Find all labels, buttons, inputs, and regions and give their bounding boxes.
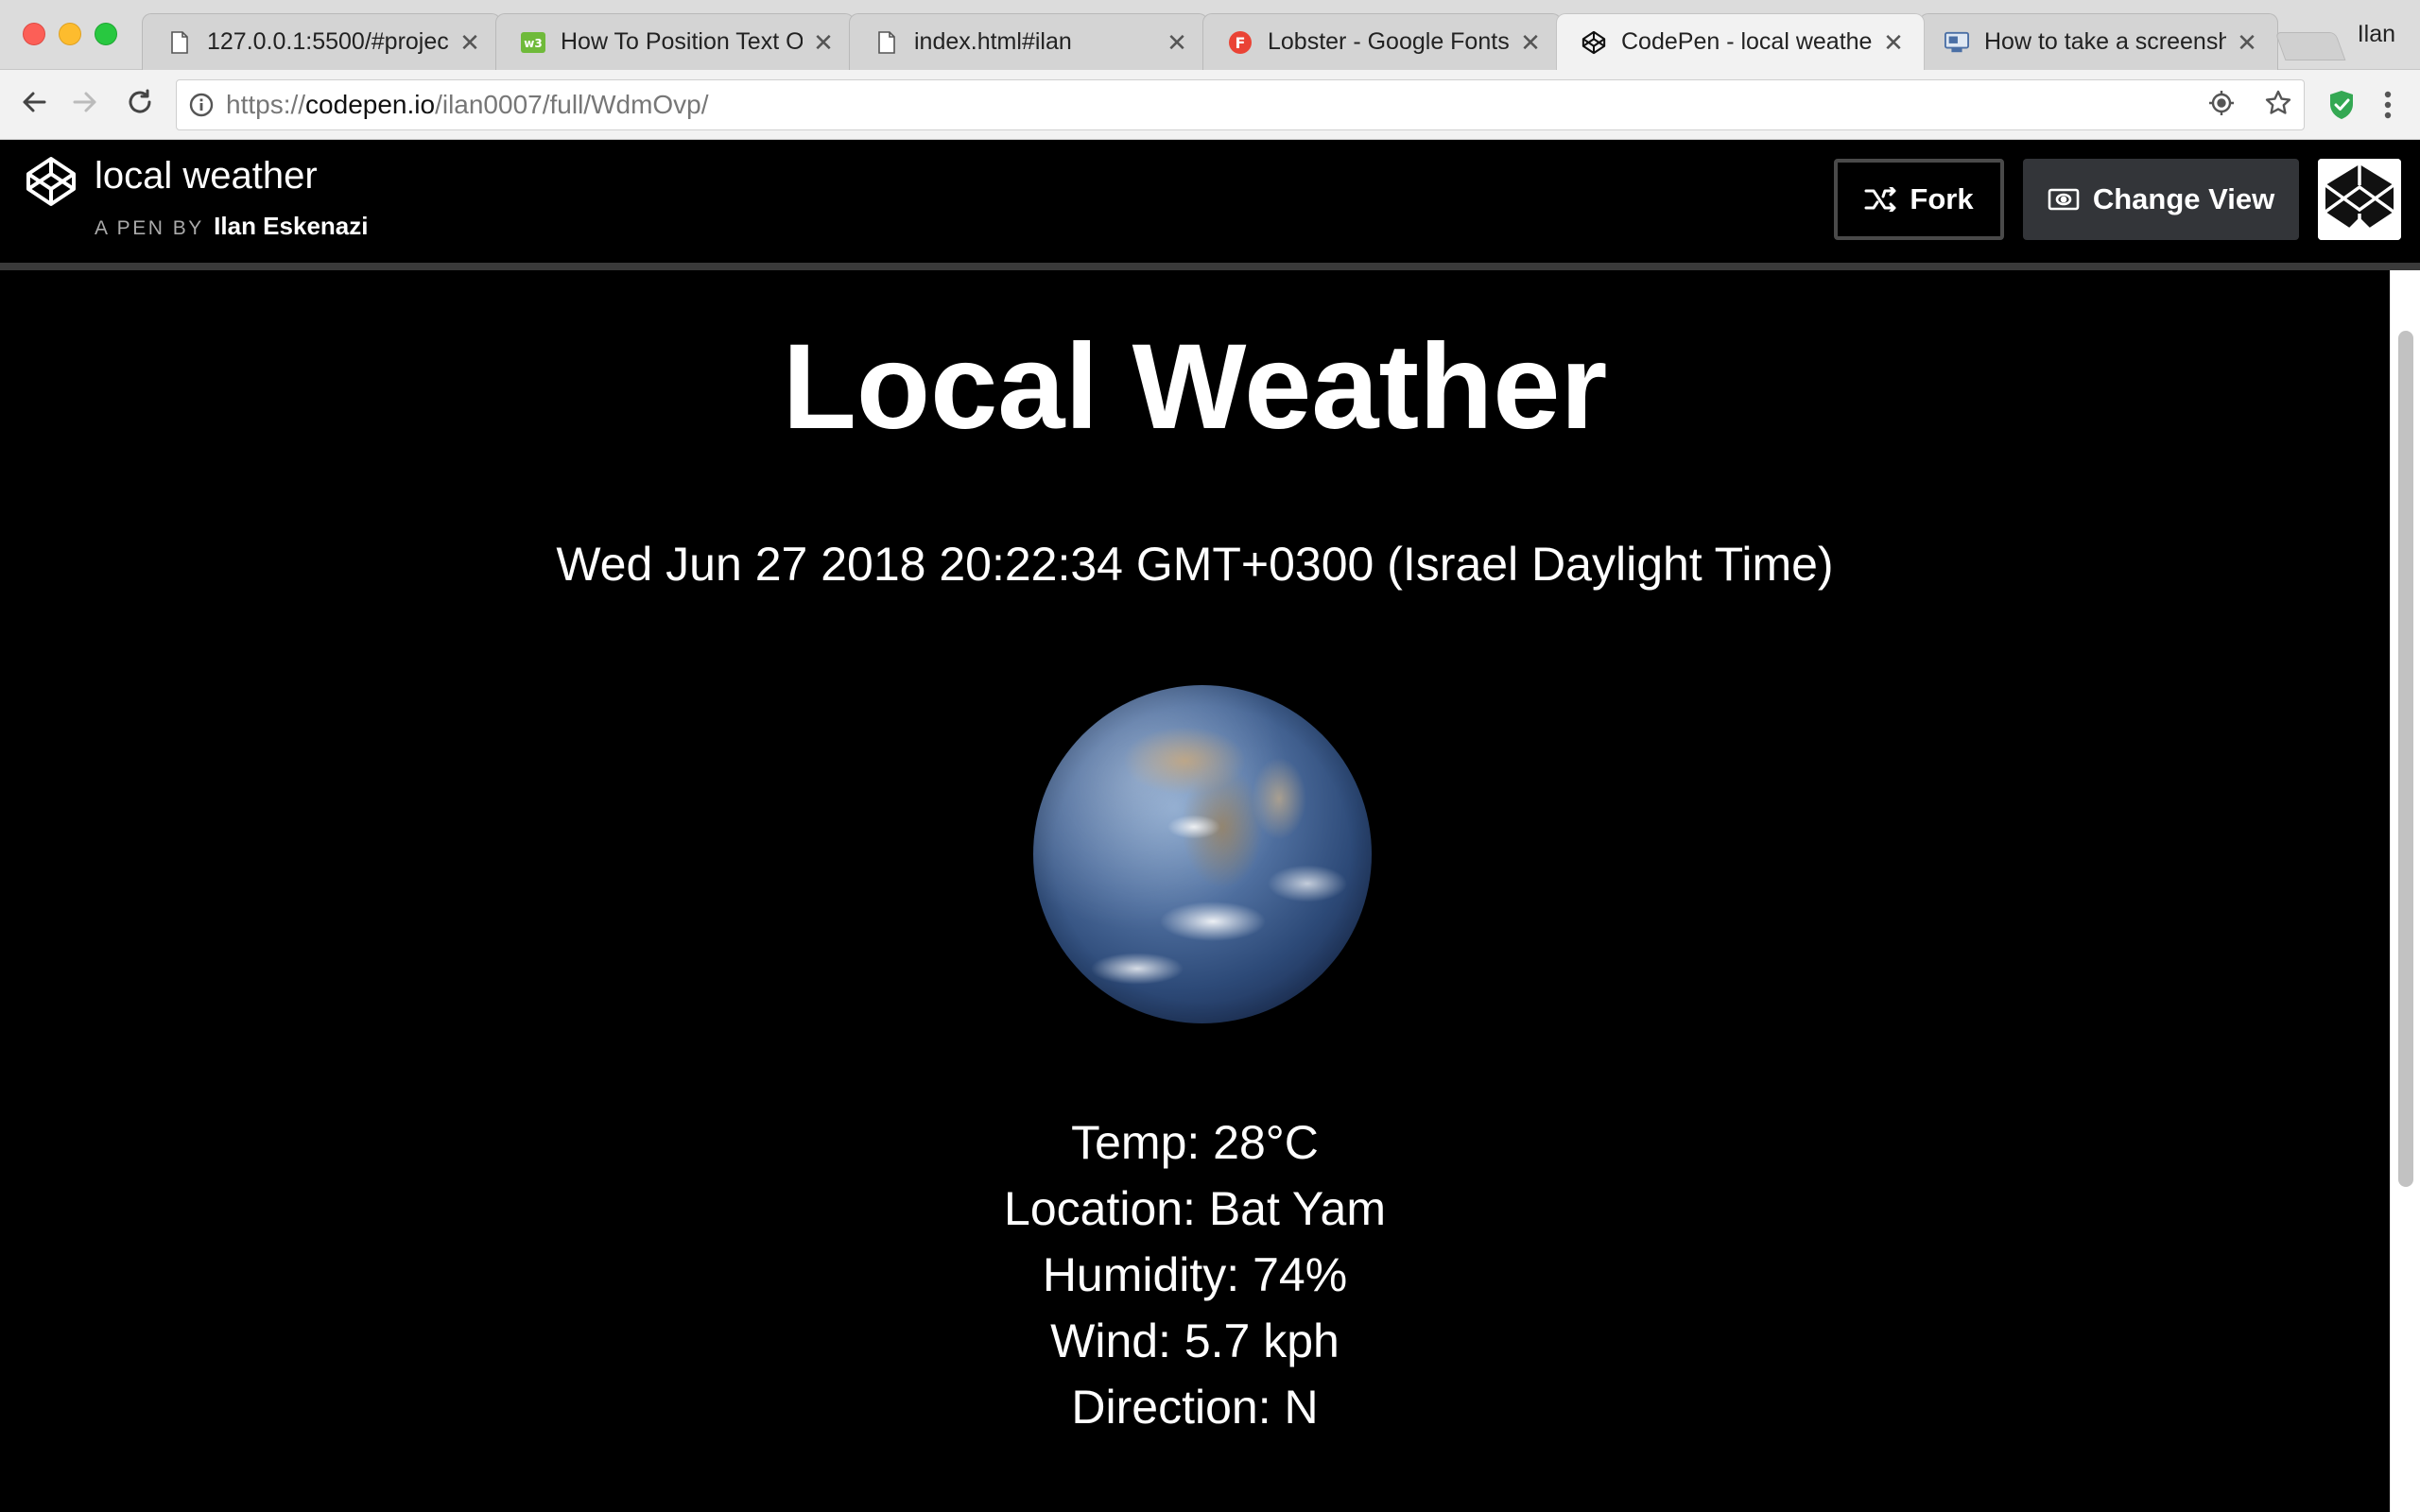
weather-stats: Temp: 28°C Location: Bat Yam Humidity: 7…	[0, 1109, 2390, 1440]
url-path: /ilan0007/full/WdmOvp/	[435, 90, 709, 119]
address-bar[interactable]: https://codepen.io/ilan0007/full/WdmOvp/	[176, 79, 2305, 130]
codepen-icon	[1582, 30, 1606, 55]
browser-tab-strip: 127.0.0.1:5500/#projects ✕ w3 How To Pos…	[0, 0, 2420, 70]
fork-button[interactable]: Fork	[1834, 159, 2004, 240]
url-text: https://codepen.io/ilan0007/full/WdmOvp/	[226, 90, 709, 120]
page-icon	[167, 30, 192, 55]
site-info-icon[interactable]	[177, 80, 226, 129]
avatar[interactable]	[2318, 159, 2401, 240]
tab-title: How To Position Text Over	[561, 28, 803, 55]
pen-title: local weather	[95, 155, 318, 197]
reload-icon	[126, 88, 154, 121]
w3-icon: w3	[521, 30, 545, 55]
weather-image	[1013, 665, 1392, 1043]
close-window-button[interactable]	[23, 23, 45, 45]
wind-reading: Wind: 5.7 kph	[1050, 1314, 1340, 1367]
direction-reading: Direction: N	[1071, 1381, 1319, 1434]
codepen-logo-icon[interactable]	[25, 155, 78, 208]
page-icon	[874, 30, 899, 55]
tab-close-icon[interactable]: ✕	[1164, 29, 1190, 56]
tab-close-icon[interactable]: ✕	[457, 29, 483, 56]
tab-close-icon[interactable]: ✕	[1880, 29, 1907, 56]
svg-text:F: F	[1236, 34, 1246, 52]
codepen-header: local weather A PEN BY Ilan Eskenazi For…	[0, 140, 2420, 263]
tab-close-icon[interactable]: ✕	[1517, 29, 1544, 56]
maximize-window-button[interactable]	[95, 23, 117, 45]
address-bar-actions	[2207, 88, 2292, 122]
browser-tab[interactable]: How to take a screensh ✕	[1919, 13, 2278, 70]
browser-tab[interactable]: w3 How To Position Text Over ✕	[495, 13, 855, 70]
bookmark-star-icon[interactable]	[2264, 89, 2292, 122]
google-fonts-icon: F	[1228, 30, 1253, 55]
pen-preview: Local Weather Wed Jun 27 2018 20:22:34 G…	[0, 270, 2390, 1512]
change-view-label: Change View	[2092, 182, 2275, 215]
screenshot-icon	[1945, 30, 1969, 55]
tab-close-icon[interactable]: ✕	[2234, 29, 2260, 56]
browser-tab-active[interactable]: CodePen - local weather ✕	[1556, 13, 1925, 70]
fork-icon	[1864, 187, 1896, 212]
eye-icon	[2048, 187, 2080, 212]
browser-toolbar: https://codepen.io/ilan0007/full/WdmOvp/	[0, 70, 2420, 140]
current-date: Wed Jun 27 2018 20:22:34 GMT+0300 (Israe…	[556, 538, 1834, 591]
author-link[interactable]: Ilan Eskenazi	[214, 212, 368, 240]
back-arrow-icon	[20, 88, 48, 121]
browser-tab[interactable]: 127.0.0.1:5500/#projects ✕	[142, 13, 501, 70]
svg-text:w3: w3	[524, 37, 542, 50]
location-target-icon[interactable]	[2207, 89, 2236, 122]
temperature-reading: Temp: 28°C	[1071, 1116, 1319, 1169]
forward-arrow-icon	[71, 88, 99, 121]
byline-prefix: A PEN BY	[95, 217, 204, 239]
header-divider	[0, 263, 2420, 270]
browser-menu-icon[interactable]	[2371, 87, 2405, 123]
url-scheme: https://	[226, 90, 306, 119]
scrollbar-thumb[interactable]	[2398, 331, 2413, 1187]
back-button[interactable]	[15, 85, 53, 123]
fork-label: Fork	[1910, 182, 1974, 215]
page-scrollbar[interactable]	[2390, 270, 2420, 1512]
change-view-button[interactable]: Change View	[2023, 159, 2299, 240]
browser-tab[interactable]: F Lobster - Google Fonts ✕	[1202, 13, 1562, 70]
pen-byline: A PEN BY Ilan Eskenazi	[95, 212, 368, 241]
tab-close-icon[interactable]: ✕	[810, 29, 837, 56]
url-host: codepen.io	[305, 90, 436, 119]
browser-tab[interactable]: index.html#ilan ✕	[849, 13, 1208, 70]
page-title: Local Weather	[782, 319, 1608, 455]
tab-title: How to take a screensh	[1984, 28, 2226, 55]
minimize-window-button[interactable]	[59, 23, 81, 45]
tab-title: Lobster - Google Fonts	[1268, 28, 1510, 55]
tab-title: CodePen - local weather	[1621, 28, 1873, 55]
profile-name[interactable]: Ilan	[2358, 21, 2395, 48]
tab-title: 127.0.0.1:5500/#projects	[207, 28, 449, 55]
earth-globe-image	[1033, 685, 1372, 1023]
extension-shield-icon[interactable]	[2324, 87, 2360, 123]
forward-button[interactable]	[66, 85, 104, 123]
reload-button[interactable]	[121, 85, 159, 123]
tab-title: index.html#ilan	[914, 28, 1072, 55]
new-tab-button[interactable]	[2274, 32, 2346, 60]
location-reading: Location: Bat Yam	[1004, 1182, 1386, 1235]
humidity-reading: Humidity: 74%	[1042, 1248, 1348, 1301]
